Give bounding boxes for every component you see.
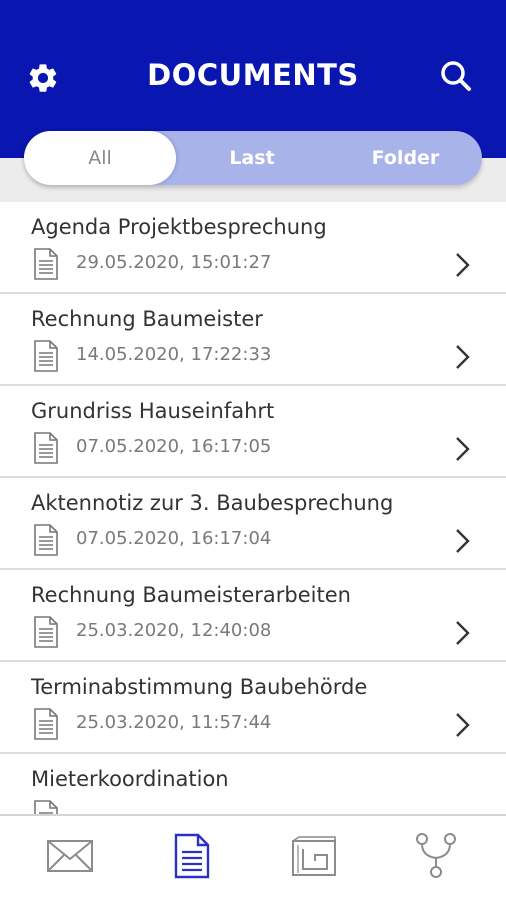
tab-folder[interactable]: Folder	[329, 131, 482, 185]
document-icon	[34, 248, 58, 280]
document-date: 07.05.2020, 16:17:05	[76, 436, 272, 457]
chevron-right-icon[interactable]	[452, 434, 472, 464]
floorplan-icon	[292, 836, 336, 876]
document-icon	[174, 833, 210, 879]
document-title: Grundriss Hauseinfahrt	[31, 399, 275, 423]
page-title: DOCUMENTS	[147, 58, 359, 92]
workflow-icon	[416, 833, 456, 878]
document-icon	[34, 708, 58, 740]
list-item[interactable]: Aktennotiz zur 3. Baubesprechung 07.05.2…	[0, 478, 506, 570]
chevron-right-icon[interactable]	[452, 526, 472, 556]
document-date: 29.05.2020, 15:01:27	[76, 252, 272, 273]
search-button[interactable]	[436, 56, 476, 96]
filter-segmented-control: All Last Folder	[24, 131, 482, 185]
document-date: 25.03.2020, 11:57:44	[76, 712, 272, 733]
document-icon	[34, 340, 58, 372]
bottom-nav	[0, 814, 506, 900]
chevron-right-icon[interactable]	[452, 342, 472, 372]
document-title: Terminabstimmung Baubehörde	[31, 675, 368, 699]
document-title: Agenda Projektbesprechung	[31, 215, 327, 239]
search-icon	[441, 61, 471, 91]
document-date: 25.03.2020, 12:40:08	[76, 620, 272, 641]
document-title: Rechnung Baumeister	[31, 307, 263, 331]
chevron-right-icon[interactable]	[452, 250, 472, 280]
list-item[interactable]: Agenda Projektbesprechung 29.05.2020, 15…	[0, 202, 506, 294]
document-icon	[34, 800, 58, 814]
document-date: 14.05.2020, 17:22:33	[76, 344, 272, 365]
nav-documents[interactable]	[162, 830, 222, 882]
document-date: 07.05.2020, 16:17:04	[76, 528, 272, 549]
nav-floorplan[interactable]	[284, 830, 344, 882]
document-title: Aktennotiz zur 3. Baubesprechung	[31, 491, 394, 515]
tab-last[interactable]: Last	[182, 131, 322, 185]
chevron-right-icon[interactable]	[452, 710, 472, 740]
nav-workflow[interactable]	[406, 830, 466, 882]
list-item[interactable]: Grundriss Hauseinfahrt 07.05.2020, 16:17…	[0, 386, 506, 478]
tab-all[interactable]: All	[24, 131, 176, 185]
document-icon	[34, 432, 58, 464]
document-title: Rechnung Baumeisterarbeiten	[31, 583, 351, 607]
chevron-right-icon[interactable]	[452, 618, 472, 648]
list-item[interactable]: Terminabstimmung Baubehörde 25.03.2020, …	[0, 662, 506, 754]
document-icon	[34, 616, 58, 648]
list-item[interactable]: Rechnung Baumeisterarbeiten 25.03.2020, …	[0, 570, 506, 662]
document-title: Mieterkoordination	[31, 767, 229, 791]
nav-mail[interactable]	[40, 830, 100, 882]
mail-icon	[47, 840, 93, 872]
document-icon	[34, 524, 58, 556]
document-list: Agenda Projektbesprechung 29.05.2020, 15…	[0, 202, 506, 814]
list-item[interactable]: Rechnung Baumeister 14.05.2020, 17:22:33	[0, 294, 506, 386]
list-item[interactable]: Mieterkoordination	[0, 754, 506, 814]
